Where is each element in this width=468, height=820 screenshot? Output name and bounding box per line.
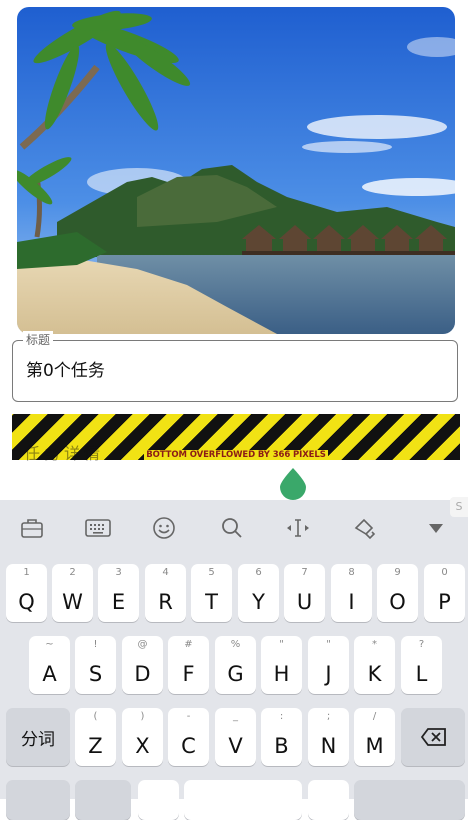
key-s[interactable]: ! S [75,636,116,694]
symbol-key[interactable] [6,780,70,820]
key-i[interactable]: 8I [331,564,372,622]
key-t[interactable]: 5T [191,564,232,622]
enter-key[interactable] [354,780,465,820]
cursor-icon[interactable] [284,514,312,542]
ime-badge: S [450,497,468,517]
key-r[interactable]: 4R [145,564,186,622]
comma-key[interactable] [138,780,179,820]
backspace-icon [421,728,446,746]
emoji-icon[interactable] [150,514,178,542]
brush-icon[interactable] [350,514,378,542]
overflow-warning-text: BOTTOM OVERFLOWED BY 366 PIXELS [144,450,328,460]
briefcase-icon[interactable] [18,514,46,542]
segment-key[interactable]: 分词 [6,708,70,766]
key-n[interactable]: ; N [308,708,349,766]
key-h[interactable]: " H [261,636,302,694]
key-j[interactable]: " J [308,636,349,694]
key-d[interactable]: @ D [122,636,163,694]
key-l[interactable]: ? L [401,636,442,694]
period-key[interactable] [308,780,349,820]
key-b[interactable]: :B [261,708,302,766]
key-a[interactable]: ~ A [29,636,70,694]
text-cursor-handle-icon[interactable] [278,468,308,500]
key-v[interactable]: _ V [215,708,256,766]
key-k[interactable]: * K [354,636,395,694]
keyboard-icon[interactable] [84,514,112,542]
soft-keyboard: 1Q 2W 3E 4R 5T 6Y 7U 8I 9O 0P ~ A ! S @ D #… [0,500,468,820]
title-field-value[interactable]: 第0个任务 [26,360,105,382]
key-e[interactable]: 3E [98,564,139,622]
key-o[interactable]: 9O [377,564,418,622]
space-key[interactable] [184,780,302,820]
title-field[interactable]: 标题 第0个任务 [12,331,458,402]
title-field-label: 标题 [23,331,54,349]
keyboard-toolbar [0,500,468,556]
task-photo [17,7,455,334]
key-f[interactable]: # F [168,636,209,694]
key-z[interactable]: (Z [75,708,116,766]
key-x[interactable]: ) X [122,708,163,766]
backspace-key[interactable] [401,708,465,766]
key-m[interactable]: / M [354,708,395,766]
key-u[interactable]: 7U [284,564,325,622]
key-p[interactable]: 0P [424,564,465,622]
key-w[interactable]: 2W [52,564,93,622]
beach-image [17,7,455,334]
number-key[interactable] [75,780,131,820]
ghost-label: 任务详情 [24,444,105,463]
key-q[interactable]: 1Q [6,564,47,622]
search-icon[interactable] [218,514,246,542]
collapse-icon[interactable] [422,514,450,542]
key-c[interactable]: -C [168,708,209,766]
key-g[interactable]: % G [215,636,256,694]
key-y[interactable]: 6Y [238,564,279,622]
